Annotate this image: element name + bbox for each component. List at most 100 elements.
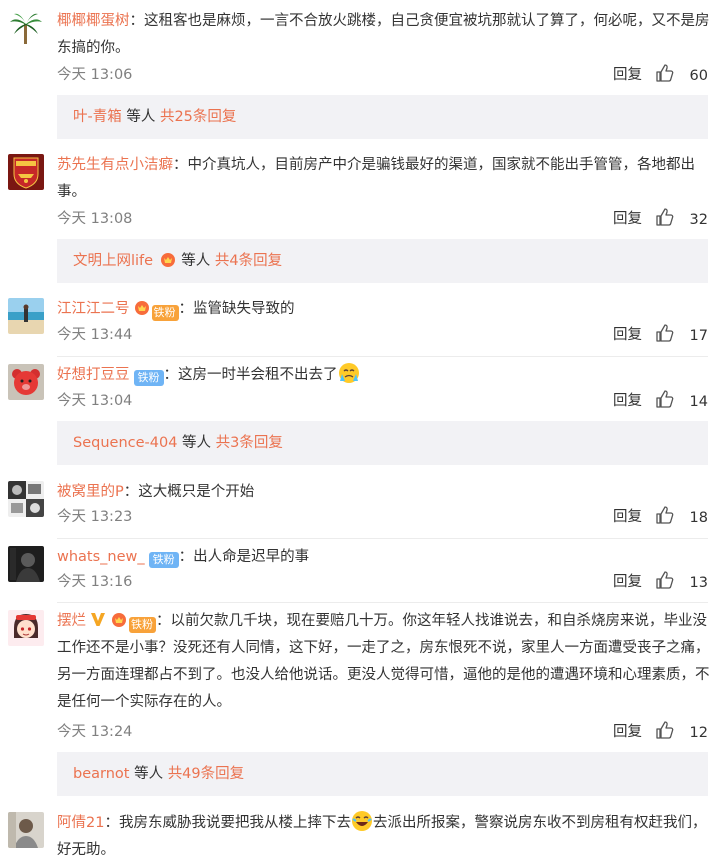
reply-button[interactable]: 回复 [613,505,642,529]
replies-count-link[interactable]: 共3条回复 [216,435,283,451]
reply-button[interactable]: 回复 [613,207,642,231]
like-count: 18 [689,510,708,526]
fans-crown-icon [160,253,175,267]
anime-girl-icon [8,610,44,646]
thumbs-up-icon [656,721,674,739]
comment-meta: 今天 13:06 回复 60 [57,63,714,87]
bw-collage-icon [8,481,44,517]
crying-face-emoji-icon [338,363,359,383]
verified-v-icon [91,613,105,626]
more-replies-bar[interactable]: 文明上网life 等人 共4条回复 [57,239,708,283]
replies-mid-text: 等人 [177,435,216,451]
avatar[interactable] [8,364,44,400]
fan-badge: 铁粉 [133,370,164,386]
comment-meta: 今天 13:04 回复 14 [57,389,714,413]
avatar[interactable] [8,298,44,334]
fans-crown-icon [112,613,126,627]
comment-meta: 今天 13:08 回复 32 [57,207,714,231]
like-button[interactable]: 13 [655,570,708,594]
comment-body: ：这租客也是麻烦，一言不合放火跳楼，自己贪便宜被坑那就认了算了，何必呢，又不是房… [57,13,710,56]
comment-text: whats_new_ 铁粉 ：出人命是迟早的事 [57,544,714,571]
timestamp: 今天 13:44 [57,327,133,343]
fans-crown-icon [134,301,149,315]
reply-button[interactable]: 回复 [613,63,642,87]
replies-mid-text: 等人 [176,253,215,269]
comment-meta: 今天 13:44 回复 17 [57,323,714,347]
comment-text: 被窝里的P：这大概只是个开始 [57,479,714,506]
like-count: 32 [689,212,708,228]
username-link[interactable]: 摆烂 [57,613,86,629]
avatar[interactable] [8,546,44,582]
comment-text: 椰椰椰蛋树：这租客也是麻烦，一言不合放火跳楼，自己贪便宜被坑那就认了算了，何必呢… [57,8,714,62]
comment-feed: 椰椰椰蛋树：这租客也是麻烦，一言不合放火跳楼，自己贪便宜被坑那就认了算了，何必呢… [0,0,724,867]
comment-meta: 今天 13:24 回复 12 [57,720,714,744]
divider [57,538,708,539]
username-link[interactable]: 苏先生有点小洁癖 [57,157,173,173]
username-link[interactable]: 江江江二号 [57,301,130,317]
reply-user-link[interactable]: 叶-青箱 [73,109,122,125]
like-button[interactable]: 60 [655,63,708,87]
timestamp: 今天 13:23 [57,509,133,525]
avatar[interactable] [8,812,44,848]
comment-body: ：监管缺失导致的 [178,301,295,317]
comment-body: ：这大概只是个开始 [123,484,255,500]
comment-meta: 今天 13:16 回复 13 [57,570,714,594]
replies-count-link[interactable]: 共4条回复 [215,253,282,269]
timestamp: 今天 13:16 [57,574,133,590]
timestamp: 今天 13:24 [57,724,133,740]
comment-body: ：我房东威胁我说要把我从楼上摔下去 [104,815,351,831]
comment-body: ：出人命是迟早的事 [178,549,310,565]
replies-count-link[interactable]: 共49条回复 [168,766,244,782]
like-button[interactable]: 14 [655,389,708,413]
thumbs-up-icon [656,208,674,226]
thumbs-up-icon [656,390,674,408]
replies-count-link[interactable]: 共25条回复 [160,109,236,125]
more-replies-bar[interactable]: 叶-青箱 等人 共25条回复 [57,95,708,139]
like-button[interactable]: 17 [655,323,708,347]
username-link[interactable]: 被窝里的P [57,484,124,500]
like-button[interactable]: 12 [655,720,708,744]
username-link[interactable]: 阿倩21 [57,815,104,831]
comment-text: 苏先生有点小洁癖：中介真坑人，目前房产中介是骗钱最好的渠道，国家就不能出手管管，… [57,152,714,206]
avatar[interactable] [8,481,44,517]
like-button[interactable]: 18 [655,505,708,529]
timestamp: 今天 13:06 [57,67,133,83]
avatar[interactable] [8,610,44,646]
reply-user-link[interactable]: 文明上网life [73,253,153,269]
timestamp: 今天 13:08 [57,211,133,227]
replies-mid-text: 等人 [121,109,160,125]
timestamp: 今天 13:04 [57,393,133,409]
beach-photo-icon [8,298,44,334]
fan-level-badge: 铁粉 [151,305,179,321]
username-link[interactable]: whats_new_ [57,549,145,565]
avatar[interactable] [8,10,44,46]
avatar[interactable] [8,154,44,190]
reply-user-link[interactable]: Sequence-404 [73,435,177,451]
reply-user-link[interactable]: bearnot [73,766,129,782]
fan-level-badge: 铁粉 [129,617,156,633]
thumbs-up-icon [656,571,674,589]
thumbs-up-icon [656,506,674,524]
reply-button[interactable]: 回复 [613,323,642,347]
like-count: 12 [689,725,708,741]
like-count: 60 [689,68,708,84]
like-count: 14 [689,394,708,410]
red-teddy-bear-icon [8,364,44,400]
like-button[interactable]: 32 [655,207,708,231]
divider [57,356,708,357]
reply-button[interactable]: 回复 [613,389,642,413]
more-replies-bar[interactable]: Sequence-404 等人 共3条回复 [57,421,708,465]
replies-mid-text: 等人 [129,766,168,782]
comment-text: 江江江二号 铁粉 ：监管缺失导致的 [57,296,714,323]
username-link[interactable]: 好想打豆豆 [57,367,130,383]
more-replies-bar[interactable]: bearnot 等人 共49条回复 [57,752,708,796]
thumbs-up-icon [656,64,674,82]
fan-badge: 铁粉 [148,552,179,568]
username-link[interactable]: 椰椰椰蛋树 [57,13,130,29]
laughing-face-emoji-icon [351,811,372,831]
like-count: 13 [689,575,708,591]
palm-tree-icon [8,10,44,46]
reply-button[interactable]: 回复 [613,570,642,594]
comment-body: ：这房一时半会租不出去了 [163,367,338,383]
reply-button[interactable]: 回复 [613,720,642,744]
